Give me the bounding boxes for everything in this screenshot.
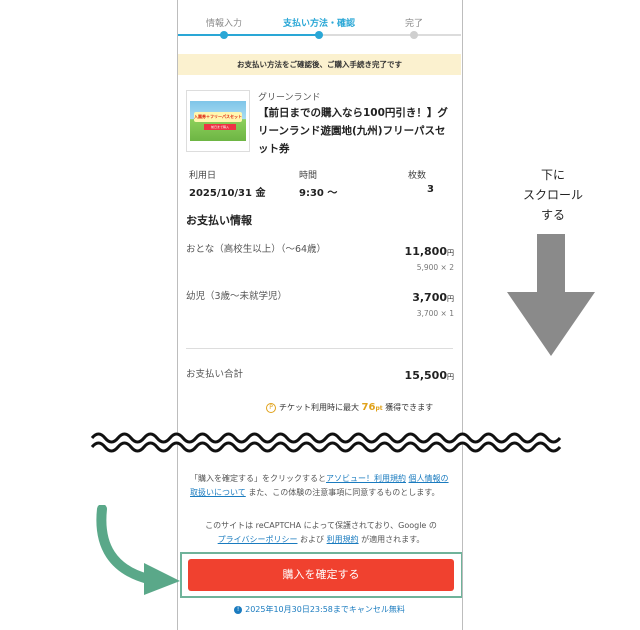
curved-arrow-icon bbox=[96, 505, 180, 595]
down-arrow-icon bbox=[507, 234, 595, 356]
scroll-text-line-2: スクロール bbox=[522, 188, 583, 202]
scroll-text-line-3: する bbox=[540, 208, 565, 222]
scroll-text-line-1: 下に bbox=[540, 168, 565, 182]
